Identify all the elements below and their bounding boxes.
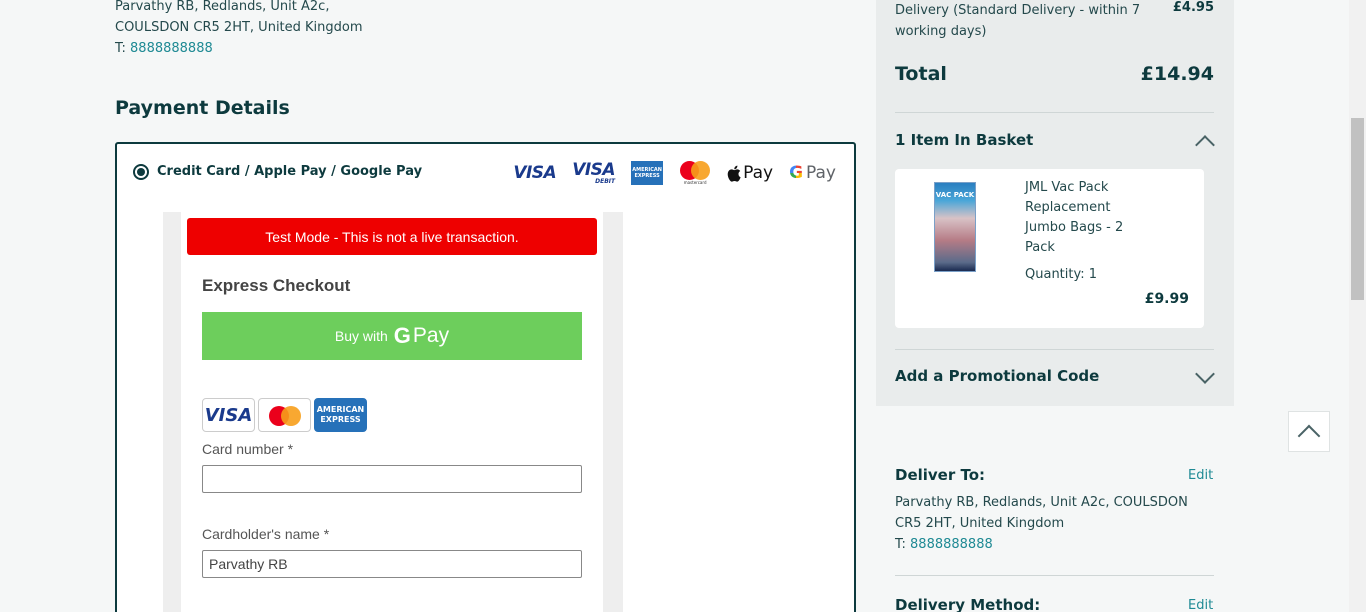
page-scrollbar[interactable]: [1349, 0, 1366, 612]
visa-debit-text: VISA: [572, 159, 616, 180]
delivery-telephone: T: 8888888888: [895, 534, 1215, 555]
google-g-glyph: G: [789, 163, 804, 183]
apple-pay-logo-icon: Pay: [727, 163, 773, 183]
amex-card-icon: AMERICAN EXPRESS: [314, 398, 367, 432]
google-g-icon: G: [393, 323, 411, 348]
visa-card-text: VISA: [204, 404, 253, 426]
delivery-address-text: Parvathy RB, Redlands, Unit A2c, COULSDO…: [895, 495, 1188, 531]
google-pay-logo-icon: G Pay: [789, 163, 836, 183]
basket-item: VAC PACK JML Vac Pack Replacement Jumbo …: [895, 169, 1204, 328]
delivery-charge-label: Delivery (Standard Delivery - within 7 w…: [895, 3, 1141, 39]
gpay-button-pay-text: Pay: [412, 324, 450, 347]
payment-details-title: Payment Details: [115, 97, 290, 119]
address-line-1: Parvathy RB, Redlands, Unit A2c,: [115, 0, 330, 14]
amex-line-2: EXPRESS: [634, 173, 660, 179]
product-quantity: Quantity: 1: [1025, 267, 1098, 282]
cardholder-name-label: Cardholder's name *: [202, 526, 330, 542]
payment-method-label[interactable]: Credit Card / Apple Pay / Google Pay: [157, 164, 422, 179]
order-summary: Delivery (Standard Delivery - within 7 w…: [876, 0, 1234, 406]
delivery-method-heading: Delivery Method:: [895, 596, 1041, 612]
promo-code-toggle[interactable]: Add a Promotional Code: [895, 367, 1099, 385]
google-pay-button[interactable]: Buy with G Pay: [202, 312, 582, 360]
test-mode-banner: Test Mode - This is not a live transacti…: [187, 218, 597, 255]
total-label: Total: [895, 63, 947, 85]
tel-prefix: T:: [895, 537, 911, 552]
card-number-label: Card number *: [202, 441, 294, 457]
product-price: £9.99: [1144, 291, 1189, 307]
delivery-charge-price: £4.95: [1172, 0, 1214, 15]
card-brand-icons: VISA AMERICAN EXPRESS: [202, 398, 367, 432]
amex-card-line-1: AMERICAN: [316, 405, 365, 415]
product-thumbnail-text: VAC PACK: [935, 191, 975, 199]
total-value: £14.94: [1140, 63, 1214, 85]
chevron-up-icon: [1297, 424, 1321, 447]
address-telephone: T: 8888888888: [115, 38, 363, 59]
visa-card-icon: VISA: [202, 398, 255, 432]
visa-debit-subtext: DEBIT: [595, 177, 616, 185]
payment-iframe: Test Mode - This is not a live transacti…: [163, 212, 623, 612]
tel-prefix: T:: [115, 41, 131, 56]
apple-pay-text: Pay: [743, 163, 774, 183]
chevron-down-icon[interactable]: [1195, 364, 1215, 384]
mastercard-text: mastercard: [683, 180, 707, 185]
divider: [895, 112, 1214, 113]
amex-card-line-2: EXPRESS: [320, 415, 361, 424]
visa-debit-logo-icon: VISA DEBIT: [572, 159, 616, 185]
divider: [895, 575, 1214, 576]
basket-toggle[interactable]: 1 Item In Basket: [895, 131, 1033, 149]
divider: [895, 349, 1214, 350]
telephone-link[interactable]: 8888888888: [910, 537, 993, 552]
gpay-button-prefix: Buy with: [334, 328, 388, 344]
visa-logo-icon: VISA: [513, 163, 557, 183]
amex-logo-icon: AMERICAN EXPRESS: [631, 161, 664, 185]
mastercard-card-icon: [258, 398, 311, 432]
address-line-2: COULSDON CR5 2HT, United Kingdom: [115, 20, 363, 35]
edit-delivery-address-link[interactable]: Edit: [1188, 468, 1213, 483]
delivery-address: Parvathy RB, Redlands, Unit A2c, COULSDO…: [895, 492, 1215, 555]
express-checkout-title: Express Checkout: [202, 276, 351, 295]
scroll-to-top-button[interactable]: [1288, 411, 1330, 452]
payment-method-radio[interactable]: [133, 164, 149, 180]
chevron-up-icon[interactable]: [1195, 135, 1215, 155]
product-name[interactable]: JML Vac Pack Replacement Jumbo Bags - 2 …: [1025, 178, 1155, 258]
payment-method-box: Credit Card / Apple Pay / Google Pay VIS…: [115, 142, 856, 612]
mastercard-logo-icon: mastercard: [679, 161, 711, 185]
shipping-address: Parvathy RB, Redlands, Unit A2c, COULSDO…: [115, 0, 363, 59]
accepted-payment-logos: VISA VISA DEBIT AMERICAN EXPRESS masterc…: [513, 158, 836, 188]
card-number-input[interactable]: [202, 465, 582, 493]
google-pay-text: Pay: [806, 163, 836, 183]
cardholder-name-input[interactable]: [202, 550, 582, 578]
product-thumbnail[interactable]: VAC PACK: [934, 182, 976, 272]
edit-delivery-method-link[interactable]: Edit: [1188, 598, 1213, 612]
scrollbar-thumb[interactable]: [1351, 118, 1364, 300]
deliver-to-heading: Deliver To:: [895, 466, 986, 484]
telephone-link[interactable]: 8888888888: [130, 41, 213, 56]
payment-form: Test Mode - This is not a live transacti…: [181, 212, 603, 612]
